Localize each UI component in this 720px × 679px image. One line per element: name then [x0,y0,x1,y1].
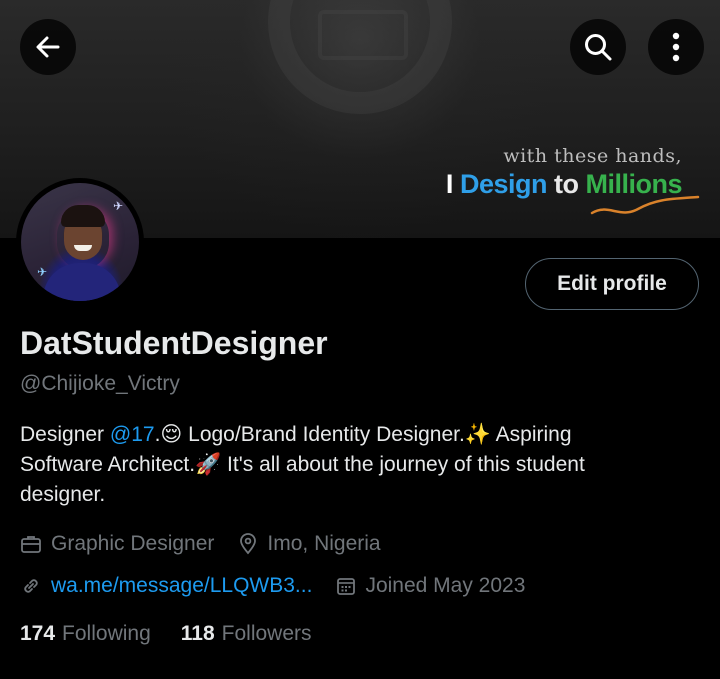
following-label[interactable]: Following [62,622,151,646]
follow-stats: 174 Following 118 Followers [20,622,342,646]
avatar-hair [61,205,105,227]
bio-text: Designer [20,423,110,446]
more-options-button[interactable] [648,19,704,75]
paper-plane-icon: ✈ [37,265,48,279]
website-link[interactable]: wa.me/message/LLQWB3... [51,574,312,598]
bio-line-1: Designer @17.😌 Logo/Brand Identity Desig… [20,420,700,450]
more-vertical-icon [672,32,680,62]
banner-tagline-small: with these hands, [503,145,682,167]
banner-logo-mark [318,10,408,60]
joined-text: Joined May 2023 [365,574,526,597]
location-text: Imo, Nigeria [267,532,381,555]
back-arrow-icon [36,36,60,58]
banner-squiggle-decoration [590,195,700,215]
bio-mention-link[interactable]: @17 [110,423,155,446]
profile-meta-row-2: wa.me/message/LLQWB3... Joined May 2023 [20,571,549,601]
location-pin-icon [238,533,258,555]
bio-line-3: designer. [20,483,106,506]
tagline-word-i: I [445,169,454,199]
back-button[interactable] [20,19,76,75]
calendar-icon [336,576,356,596]
paper-plane-icon: ✈ [113,199,124,213]
search-button[interactable] [570,19,626,75]
avatar-image: ✈ ✈ [21,183,139,301]
joined-item: Joined May 2023 [336,574,525,598]
following-count[interactable]: 174 [20,622,55,646]
bio-line-2: Software Architect.🚀 It's all about the … [20,453,585,476]
tagline-word-design: Design [459,169,548,199]
followers-label[interactable]: Followers [222,622,312,646]
tagline-word-to: to [554,169,579,199]
edit-profile-button[interactable]: Edit profile [525,258,699,310]
location-item: Imo, Nigeria [238,532,381,556]
profession-item: Graphic Designer [20,532,214,556]
followers-count[interactable]: 118 [181,622,215,646]
user-handle: @Chijioke_Victry [20,372,180,395]
link-icon [20,575,42,597]
briefcase-icon [20,533,42,555]
website-item[interactable]: wa.me/message/LLQWB3... [20,574,312,598]
display-name: DatStudentDesigner [20,325,328,361]
search-icon [585,34,612,61]
bio-text: .😌 Logo/Brand Identity Designer.✨ Aspiri… [154,423,572,446]
profile-meta-row-1: Graphic Designer Imo, Nigeria [20,529,405,559]
profile-bio: Designer @17.😌 Logo/Brand Identity Desig… [20,420,700,510]
profile-avatar[interactable]: ✈ ✈ [16,178,144,306]
profession-text: Graphic Designer [51,532,215,555]
avatar-shirt [43,263,121,301]
